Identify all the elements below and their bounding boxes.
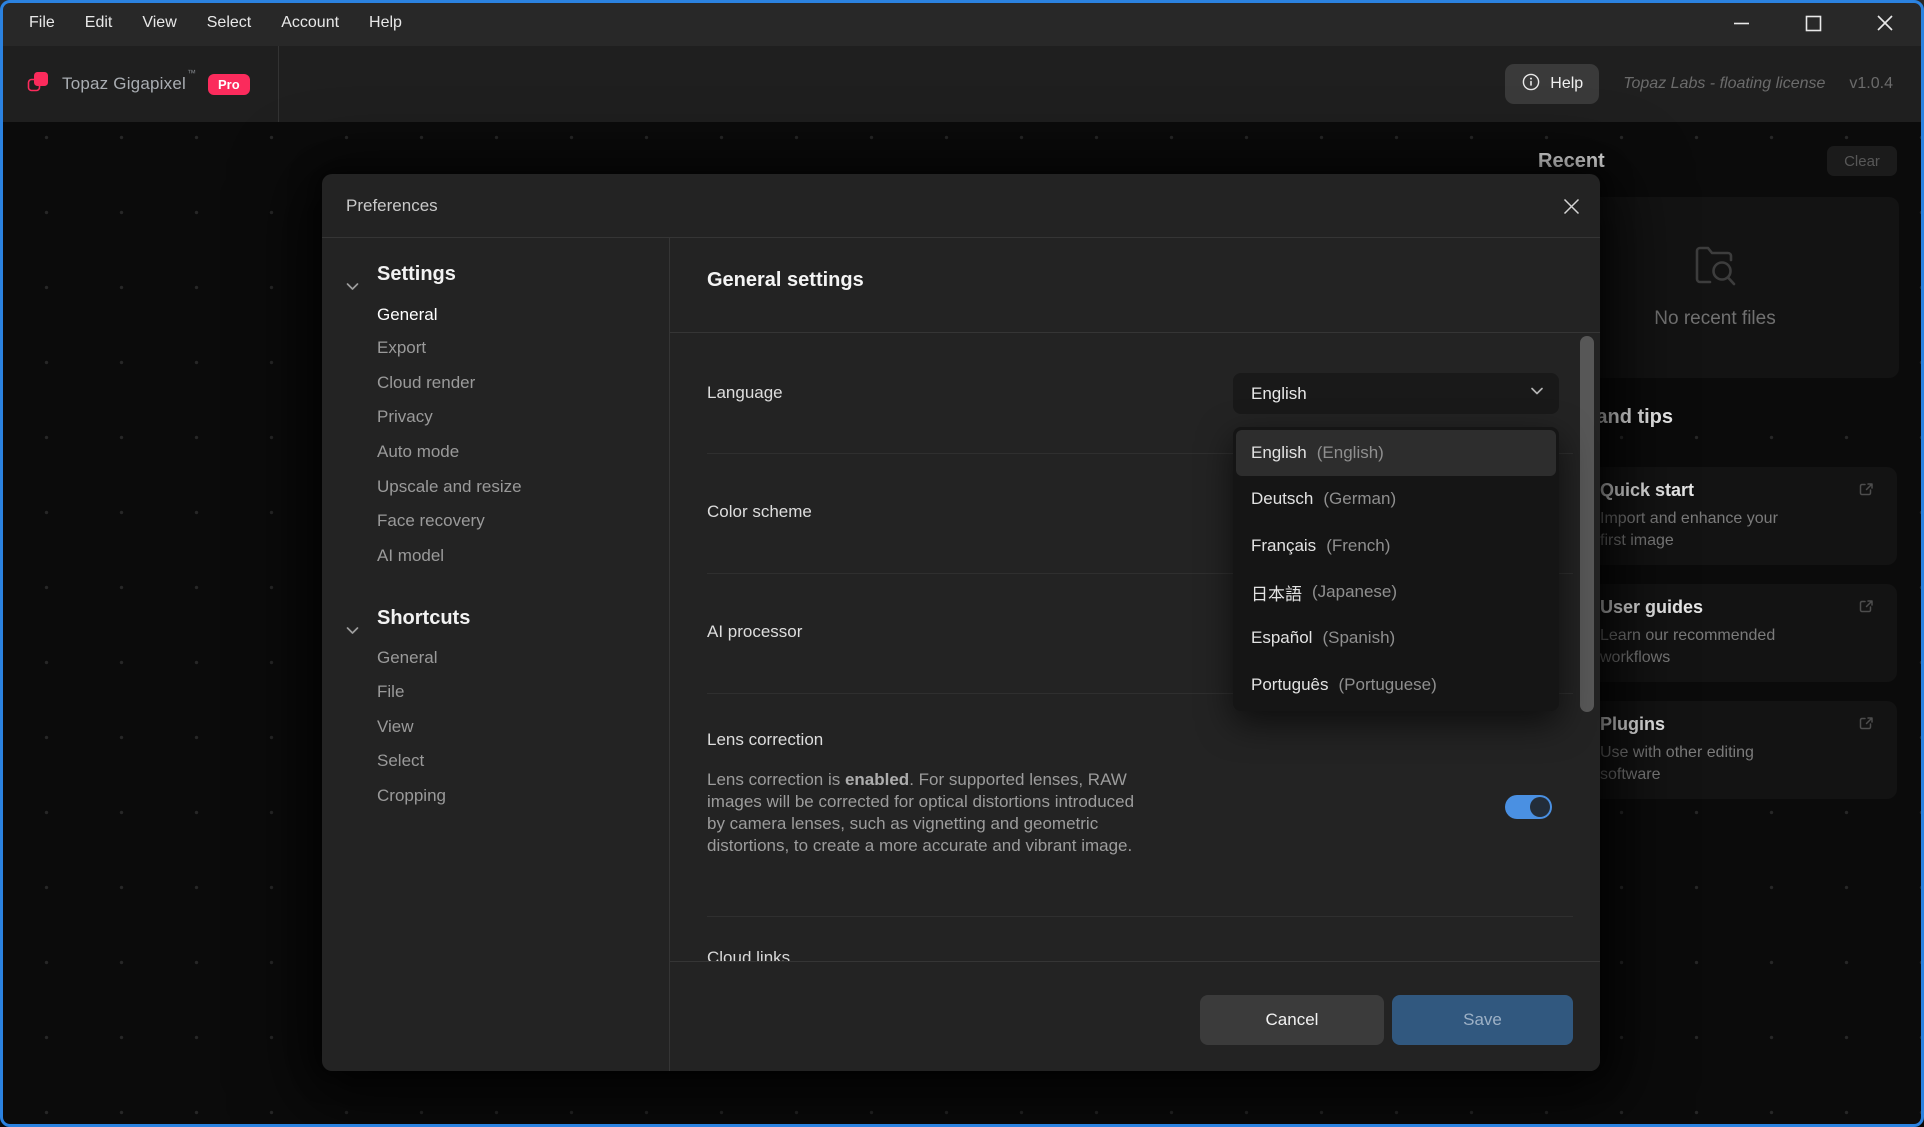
nav-item-ai-model[interactable]: AI model [377,546,444,566]
menu-select[interactable]: Select [192,0,266,46]
help-button-label: Help [1550,75,1583,93]
gigapixel-logo-icon [26,69,50,100]
trademark: ™ [187,68,196,78]
divider [670,332,1600,333]
recent-section-title: Recent [1538,150,1605,173]
dropdown-option-german[interactable]: Deutsch (German) [1236,476,1556,522]
preferences-nav: Settings General Export Cloud render Pri… [322,238,670,1071]
divider [707,916,1573,917]
tip-card-title: User guides [1600,597,1881,618]
external-link-icon [1858,481,1875,503]
menu-edit[interactable]: Edit [70,0,128,46]
nav-item-general[interactable]: General [377,305,437,325]
clear-recent-button[interactable]: Clear [1827,146,1897,176]
language-label: Language [707,383,783,403]
dialog-scrollbar[interactable] [1580,336,1594,712]
minimize-icon[interactable] [1720,0,1762,46]
help-button[interactable]: Help [1505,64,1599,104]
nav-item-shortcuts-general[interactable]: General [377,648,437,668]
pro-badge: Pro [208,74,250,95]
menu-help[interactable]: Help [354,0,417,46]
dialog-close-icon[interactable] [1558,193,1584,219]
menu-file[interactable]: File [14,0,70,46]
info-icon [1521,72,1541,97]
cancel-button[interactable]: Cancel [1200,995,1384,1045]
brand-name: Topaz Gigapixel [62,74,186,93]
version-text: v1.0.4 [1849,75,1893,93]
nav-section-shortcuts[interactable]: Shortcuts [377,607,470,630]
menu-bar: File Edit View Select Account Help [0,0,1924,46]
nav-item-privacy[interactable]: Privacy [377,407,433,427]
folder-search-icon [1691,245,1739,294]
app-logo: Topaz Gigapixel™ Pro [26,46,250,122]
tip-card-description: Import and enhance your first image [1600,508,1805,552]
language-select[interactable]: English [1233,373,1559,414]
dialog-body: Settings General Export Cloud render Pri… [322,237,1600,1071]
lens-correction-label: Lens correction [707,730,823,750]
tip-card-title: Plugins [1600,714,1881,735]
nav-item-export[interactable]: Export [377,338,426,358]
window-controls [1720,0,1906,46]
toggle-knob [1530,797,1550,817]
nav-item-auto-mode[interactable]: Auto mode [377,442,459,462]
dialog-footer: Cancel Save [670,961,1600,1071]
maximize-icon[interactable] [1792,0,1834,46]
dropdown-option-spanish[interactable]: Español (Spanish) [1236,615,1556,661]
color-scheme-label: Color scheme [707,502,812,522]
nav-item-shortcuts-file[interactable]: File [377,682,404,702]
nav-item-face-recovery[interactable]: Face recovery [377,511,485,531]
tip-card-quick-start[interactable]: Quick start Import and enhance your firs… [1584,467,1897,565]
preferences-dialog: Preferences Settings General Export Clou… [322,174,1600,1071]
header-separator [278,46,279,122]
no-recent-files-text: No recent files [1654,308,1775,330]
preferences-content: General settings Language English Color … [670,238,1600,1071]
nav-item-shortcuts-cropping[interactable]: Cropping [377,786,446,806]
nav-item-upscale-and-resize[interactable]: Upscale and resize [377,477,522,497]
chevron-down-icon[interactable] [344,622,361,644]
dropdown-option-french[interactable]: Français (French) [1236,523,1556,569]
close-window-icon[interactable] [1864,0,1906,46]
license-text: Topaz Labs - floating license [1623,75,1825,93]
tip-card-user-guides[interactable]: User guides Learn our recommended workfl… [1584,584,1897,682]
nav-item-cloud-render[interactable]: Cloud render [377,373,475,393]
lens-correction-toggle[interactable] [1505,795,1552,819]
nav-item-shortcuts-select[interactable]: Select [377,751,424,771]
tip-card-plugins[interactable]: Plugins Use with other editing software [1584,701,1897,799]
dialog-title: Preferences [346,174,438,237]
dropdown-option-english[interactable]: English (English) [1236,430,1556,476]
lens-correction-description: Lens correction is enabled. For supporte… [707,769,1139,857]
nav-section-settings[interactable]: Settings [377,263,456,286]
header-right: Help Topaz Labs - floating license v1.0.… [1505,46,1893,122]
chevron-down-icon[interactable] [344,278,361,300]
menu-view[interactable]: View [127,0,191,46]
tip-card-description: Learn our recommended workflows [1600,625,1805,669]
external-link-icon [1858,715,1875,737]
save-button[interactable]: Save [1392,995,1573,1045]
ai-processor-label: AI processor [707,622,802,642]
content-title: General settings [707,269,864,292]
tip-card-title: Quick start [1600,480,1881,501]
tip-card-description: Use with other editing software [1600,742,1805,786]
dropdown-option-japanese[interactable]: 日本語 (Japanese) [1236,569,1556,615]
language-dropdown-menu: English (English) Deutsch (German) Franç… [1233,427,1559,711]
language-select-value: English [1251,384,1529,404]
external-link-icon [1858,598,1875,620]
app-header: Topaz Gigapixel™ Pro Help Topaz Labs - f… [0,46,1924,122]
nav-item-shortcuts-view[interactable]: View [377,717,414,737]
dropdown-option-portuguese[interactable]: Português (Portuguese) [1236,662,1556,708]
menu-account[interactable]: Account [266,0,354,46]
chevron-down-icon [1529,383,1545,404]
